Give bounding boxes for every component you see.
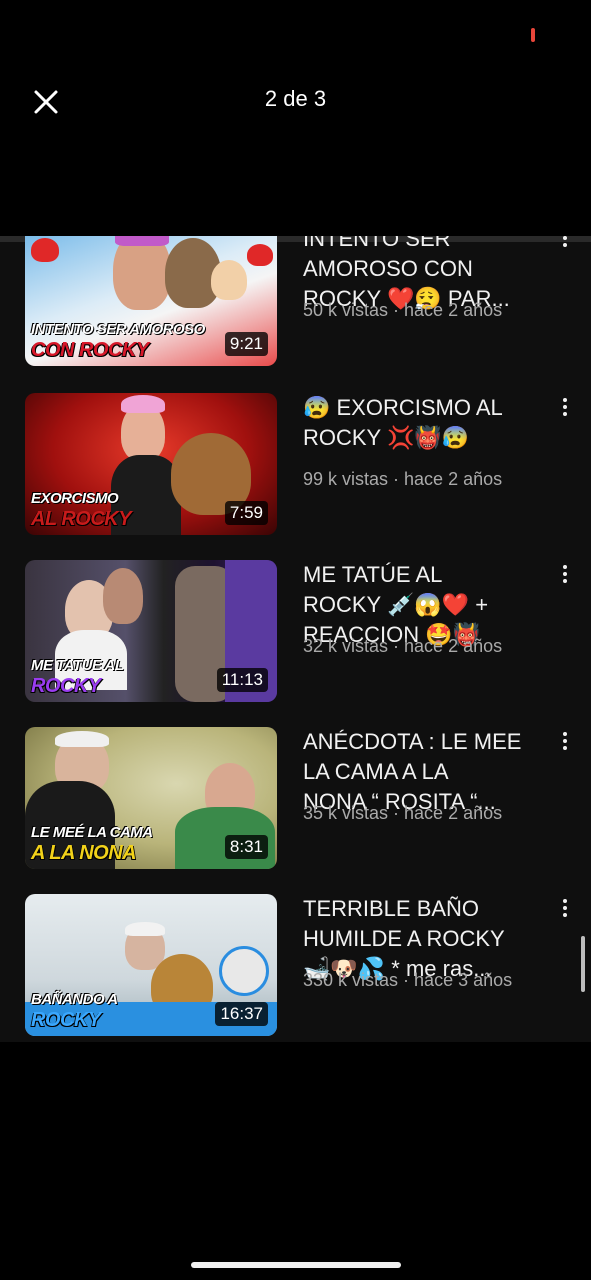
- video-thumbnail[interactable]: LE MEÉ LA CAMA A LA NONA 8:31: [25, 727, 277, 869]
- video-meta: 330 k vistas · hace 3 años: [303, 970, 513, 990]
- video-duration: 11:13: [216, 668, 268, 692]
- video-list-item[interactable]: ME TATUE AL ROCKY 11:13 ME TATÚE AL ROCK…: [0, 560, 591, 705]
- video-duration: 16:37: [215, 1002, 268, 1026]
- video-list-item[interactable]: EXORCISMO AL ROCKY 7:59 😰 EXORCISMO AL R…: [0, 393, 591, 538]
- page-counter-title: 2 de 3: [264, 86, 327, 111]
- video-duration: 7:59: [224, 501, 268, 525]
- screenshot-viewer[interactable]: INTENTO SER AMOROSO CON ROCKY 9:21 INTEN…: [0, 236, 591, 1042]
- video-list-item[interactable]: INTENTO SER AMOROSO CON ROCKY 9:21 INTEN…: [0, 236, 591, 369]
- recording-indicator: [531, 28, 535, 42]
- more-options-icon[interactable]: [556, 236, 574, 252]
- thumbnail-caption: INTENTO SER AMOROSO CON ROCKY: [31, 321, 205, 361]
- video-meta: 35 k vistas · hace 2 años: [303, 803, 503, 823]
- video-list-item[interactable]: BAÑANDO A ROCKY 16:37 TERRIBLE BAÑO HUMI…: [0, 894, 591, 1039]
- video-duration: 8:31: [224, 835, 268, 859]
- thumbnail-caption: ME TATUE AL ROCKY: [31, 657, 124, 697]
- video-duration: 9:21: [224, 332, 268, 356]
- video-thumbnail[interactable]: BAÑANDO A ROCKY 16:37: [25, 894, 277, 1036]
- video-meta: 99 k vistas · hace 2 años: [303, 469, 503, 489]
- video-meta: 32 k vistas · hace 2 años: [303, 636, 503, 656]
- thumbnail-caption: BAÑANDO A ROCKY: [31, 991, 118, 1031]
- video-thumbnail[interactable]: INTENTO SER AMOROSO CON ROCKY 9:21: [25, 236, 277, 366]
- more-options-icon[interactable]: [556, 562, 574, 588]
- video-thumbnail[interactable]: EXORCISMO AL ROCKY 7:59: [25, 393, 277, 535]
- thumbnail-caption: EXORCISMO AL ROCKY: [31, 490, 132, 530]
- home-indicator[interactable]: [191, 1262, 401, 1268]
- more-options-icon[interactable]: [556, 395, 574, 421]
- more-options-icon[interactable]: [556, 729, 574, 755]
- scrollbar[interactable]: [581, 936, 585, 992]
- more-options-icon[interactable]: [556, 896, 574, 922]
- video-thumbnail[interactable]: ME TATUE AL ROCKY 11:13: [25, 560, 277, 702]
- video-list-item[interactable]: LE MEÉ LA CAMA A LA NONA 8:31 ANÉCDOTA :…: [0, 727, 591, 872]
- thumbnail-caption: LE MEÉ LA CAMA A LA NONA: [31, 824, 153, 864]
